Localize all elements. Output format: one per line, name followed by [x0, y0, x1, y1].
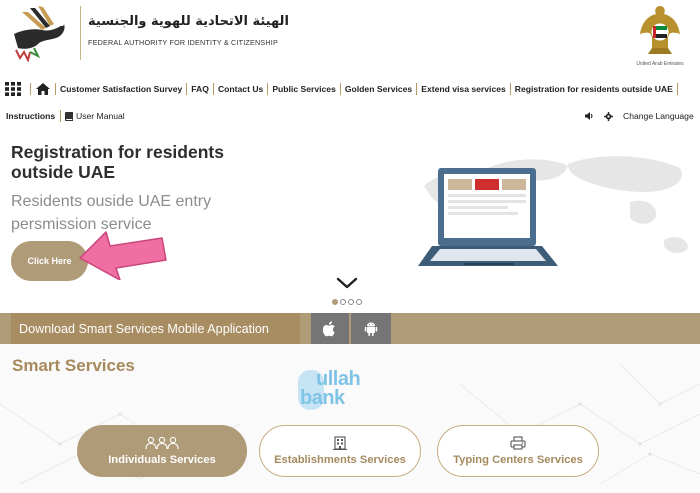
- nav-contact-us[interactable]: Contact Us: [218, 84, 263, 94]
- nav-separator: [186, 83, 188, 95]
- nav-separator: [212, 83, 214, 95]
- people-icon: [145, 436, 179, 450]
- hero-title: Registration for residents outside UAE: [11, 142, 224, 182]
- printer-icon: [510, 436, 526, 450]
- nav-faq[interactable]: FAQ: [191, 84, 209, 94]
- smart-services-title: Smart Services: [12, 356, 135, 375]
- slider-dots: [332, 299, 362, 305]
- uae-falcon-emblem-icon: [640, 6, 680, 54]
- gear-icon[interactable]: [604, 111, 613, 121]
- logo-divider: [80, 6, 81, 60]
- download-app-bar: Download Smart Services Mobile Applicati…: [0, 313, 700, 344]
- android-store-button[interactable]: [351, 313, 391, 344]
- establishments-services-label: Establishments Services: [274, 454, 406, 466]
- speaker-icon[interactable]: [585, 112, 594, 120]
- nav-separator: [60, 110, 61, 122]
- utility-controls: Change Language: [585, 111, 694, 121]
- download-app-label: Download Smart Services Mobile Applicati…: [11, 313, 300, 344]
- nav-public-services[interactable]: Public Services: [272, 84, 336, 94]
- hero-slider: Registration for residents outside UAE R…: [0, 128, 700, 308]
- typing-centers-services-button[interactable]: Typing Centers Services: [437, 425, 599, 477]
- instructions-link[interactable]: Instructions: [6, 111, 55, 121]
- nav-separator: [676, 83, 678, 95]
- book-icon: [65, 111, 73, 121]
- slider-dot[interactable]: [356, 299, 362, 305]
- nav-customer-satisfaction-survey[interactable]: Customer Satisfaction Survey: [60, 84, 182, 94]
- user-manual-label: User Manual: [76, 111, 125, 121]
- chevron-down-icon[interactable]: [336, 276, 358, 290]
- emblem-caption: United Arab Emirates: [636, 61, 684, 67]
- slider-dot[interactable]: [332, 299, 338, 305]
- android-icon: [364, 322, 378, 336]
- watermark-line-2: bank: [300, 387, 345, 409]
- site-header: الهيئة الاتحادية للهوية والجنسية FEDERAL…: [0, 0, 700, 70]
- building-icon: [333, 436, 347, 450]
- nav-golden-services[interactable]: Golden Services: [345, 84, 412, 94]
- world-map-laptop-illustration: [418, 156, 688, 266]
- individuals-services-button[interactable]: Individuals Services: [77, 425, 247, 477]
- nav-registration-residents-outside[interactable]: Registration for residents outside UAE: [515, 84, 673, 94]
- slider-dot[interactable]: [348, 299, 354, 305]
- smart-services-section: Smart Services ullah bank Individuals Se…: [0, 344, 700, 493]
- nav-extend-visa-services[interactable]: Extend visa services: [421, 84, 506, 94]
- falcon-logo[interactable]: [8, 4, 78, 62]
- secondary-nav: Instructions User Manual Change Language: [0, 110, 700, 124]
- authority-name-arabic: الهيئة الاتحادية للهوية والجنسية: [88, 14, 289, 29]
- nav-separator: [339, 83, 341, 95]
- nav-separator: [55, 83, 56, 95]
- nav-separator: [509, 83, 511, 95]
- typing-centers-services-label: Typing Centers Services: [453, 454, 583, 466]
- apps-grid-icon[interactable]: [0, 82, 26, 96]
- uae-emblem: United Arab Emirates: [632, 2, 688, 67]
- establishments-services-button[interactable]: Establishments Services: [259, 425, 421, 477]
- pink-pointer-arrow-icon: [79, 231, 167, 280]
- nav-separator: [267, 83, 269, 95]
- nav-separator: [30, 83, 31, 95]
- individuals-services-label: Individuals Services: [108, 454, 216, 466]
- home-icon[interactable]: [35, 83, 51, 95]
- apple-store-button[interactable]: [311, 313, 349, 344]
- apple-icon: [323, 320, 335, 336]
- user-manual-link[interactable]: User Manual: [65, 111, 125, 121]
- nav-separator: [416, 83, 418, 95]
- authority-name-english: FEDERAL AUTHORITY FOR IDENTITY & CITIZEN…: [88, 38, 278, 47]
- slider-dot[interactable]: [340, 299, 346, 305]
- change-language-link[interactable]: Change Language: [623, 111, 694, 121]
- main-nav: Customer Satisfaction Survey FAQ Contact…: [0, 78, 700, 100]
- watermark-logo: ullah bank: [298, 368, 404, 412]
